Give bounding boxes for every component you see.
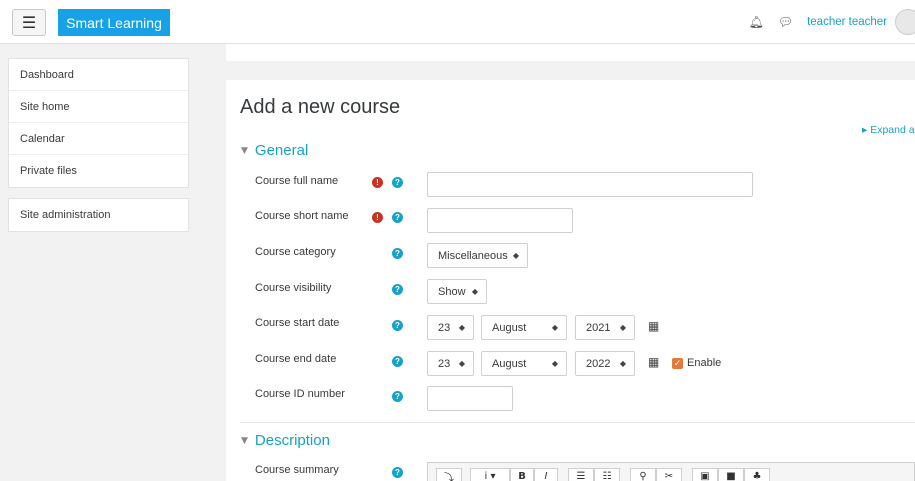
select-arrows-icon: ◆: [458, 323, 465, 332]
summary-editor-toolbar: ⤵ i ▾ B I ☰ ☷ ⚲ ✂ ▣ ■ ♣: [427, 462, 915, 481]
start-month-value: August: [492, 321, 527, 334]
video-icon[interactable]: ■: [718, 468, 744, 481]
help-icon[interactable]: ?: [392, 212, 403, 223]
help-icon[interactable]: ?: [392, 320, 403, 331]
required-icon: !: [372, 212, 383, 223]
select-arrows-icon: ◆: [471, 287, 478, 296]
hamburger-icon: ☰: [21, 13, 37, 32]
numbered-list-icon[interactable]: ☷: [594, 468, 620, 481]
unlink-icon[interactable]: ✂: [656, 468, 682, 481]
course-end-date-label: Course end date: [255, 353, 337, 365]
section-description-toggle[interactable]: ▼ Description: [241, 432, 330, 449]
section-description-title: Description: [254, 432, 330, 449]
user-menu-name[interactable]: teacher teacher: [807, 16, 887, 28]
calendar-icon[interactable]: ▦: [648, 319, 659, 333]
nav-item-dashboard[interactable]: Dashboard: [9, 59, 188, 91]
toolbar-collapse-icon[interactable]: ⤵: [436, 468, 462, 481]
course-category-value: Miscellaneous: [438, 249, 508, 262]
hamburger-menu-button[interactable]: ☰: [12, 9, 46, 36]
page-title: Add a new course: [240, 96, 401, 118]
expand-all-link[interactable]: ▸ Expand a: [862, 124, 915, 136]
end-year-select[interactable]: 2022 ◆: [575, 351, 635, 376]
section-general-title: General: [254, 142, 309, 159]
calendar-icon[interactable]: ▦: [648, 355, 659, 369]
link-icon[interactable]: ⚲: [630, 468, 656, 481]
course-category-select[interactable]: Miscellaneous ◆: [427, 243, 528, 268]
help-icon[interactable]: ?: [392, 284, 403, 295]
admin-nav: Site administration: [8, 198, 189, 232]
site-brand-link[interactable]: Smart Learning: [58, 9, 170, 36]
select-arrows-icon: ◆: [458, 359, 465, 368]
bold-icon[interactable]: B: [510, 468, 534, 481]
primary-nav: Dashboard Site home Calendar Private fil…: [8, 58, 189, 188]
section-divider: [240, 422, 915, 423]
header-card: [226, 44, 915, 61]
select-arrows-icon: ◆: [619, 323, 626, 332]
course-short-name-input[interactable]: [427, 208, 573, 233]
course-full-name-input[interactable]: [427, 172, 753, 197]
course-start-date-label: Course start date: [255, 317, 340, 329]
caret-down-icon: ▼: [241, 435, 248, 446]
required-icon: !: [372, 177, 383, 188]
nav-item-site-administration[interactable]: Site administration: [9, 199, 188, 231]
start-year-value: 2021: [586, 321, 611, 334]
course-visibility-select[interactable]: Show ◆: [427, 279, 487, 304]
course-category-label: Course category: [255, 246, 336, 258]
end-month-select[interactable]: August ◆: [481, 351, 567, 376]
image-icon[interactable]: ▣: [692, 468, 718, 481]
italic-icon[interactable]: I: [534, 468, 558, 481]
chat-icon[interactable]: 💬︎: [778, 15, 793, 29]
start-year-select[interactable]: 2021 ◆: [575, 315, 635, 340]
help-icon[interactable]: ?: [392, 391, 403, 402]
media-manager-icon[interactable]: ♣: [744, 468, 770, 481]
end-day-select[interactable]: 23 ◆: [427, 351, 474, 376]
course-id-number-input[interactable]: [427, 386, 513, 411]
help-icon[interactable]: ?: [392, 177, 403, 188]
course-id-number-label: Course ID number: [255, 388, 345, 400]
end-month-value: August: [492, 357, 527, 370]
paragraph-styles-icon[interactable]: i ▾: [470, 468, 510, 481]
start-day-value: 23: [438, 321, 451, 334]
form-card: [226, 80, 915, 481]
help-icon[interactable]: ?: [392, 467, 403, 478]
avatar[interactable]: [895, 9, 915, 35]
course-visibility-value: Show: [438, 285, 466, 298]
end-year-value: 2022: [586, 357, 611, 370]
nav-item-calendar[interactable]: Calendar: [9, 123, 188, 155]
end-date-enable-checkbox[interactable]: ✓: [672, 358, 683, 369]
user-nav: 🔔︎ 💬︎ teacher teacher: [749, 0, 915, 44]
nav-item-private-files[interactable]: Private files: [9, 155, 188, 187]
select-arrows-icon: ◆: [551, 323, 558, 332]
nav-item-site-home[interactable]: Site home: [9, 91, 188, 123]
caret-down-icon: ▼: [241, 145, 248, 156]
select-arrows-icon: ◆: [512, 251, 519, 260]
help-icon[interactable]: ?: [392, 356, 403, 367]
start-month-select[interactable]: August ◆: [481, 315, 567, 340]
section-general-toggle[interactable]: ▼ General: [241, 142, 308, 159]
select-arrows-icon: ◆: [551, 359, 558, 368]
bell-icon[interactable]: 🔔︎: [749, 15, 764, 29]
nav-drawer: Dashboard Site home Calendar Private fil…: [0, 44, 204, 481]
end-day-value: 23: [438, 357, 451, 370]
navbar: ☰ Smart Learning 🔔︎ 💬︎ teacher teacher: [0, 0, 915, 44]
course-full-name-label: Course full name: [255, 175, 339, 187]
bullet-list-icon[interactable]: ☰: [568, 468, 594, 481]
course-visibility-label: Course visibility: [255, 282, 332, 294]
start-day-select[interactable]: 23 ◆: [427, 315, 474, 340]
course-short-name-label: Course short name: [255, 210, 349, 222]
select-arrows-icon: ◆: [619, 359, 626, 368]
help-icon[interactable]: ?: [392, 248, 403, 259]
course-summary-label: Course summary: [255, 464, 339, 476]
end-date-enable-label: Enable: [687, 357, 722, 369]
